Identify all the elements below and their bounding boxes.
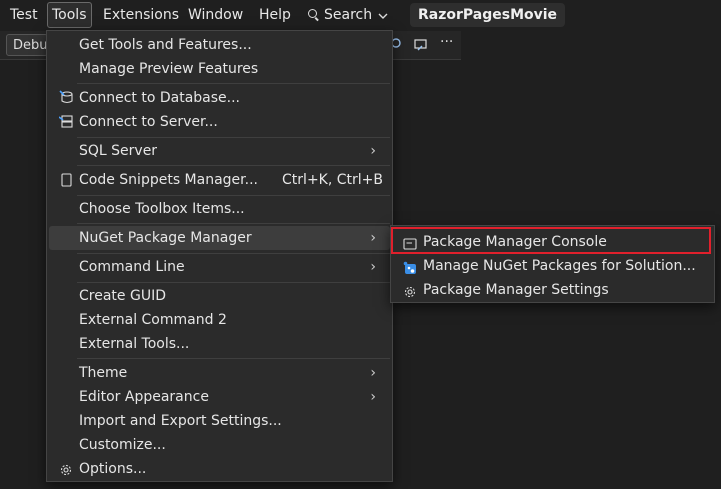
server-connect-icon bbox=[58, 114, 73, 130]
chevron-right-icon: › bbox=[370, 389, 376, 405]
menu-item-shortcut: Ctrl+K, Ctrl+B bbox=[282, 172, 383, 188]
menu-item-sql-server[interactable]: SQL Server › bbox=[49, 139, 390, 163]
menu-item-label: Theme bbox=[79, 365, 128, 381]
submenu-item-label: Manage NuGet Packages for Solution... bbox=[423, 258, 696, 274]
menu-item-editor-appearance[interactable]: Editor Appearance › bbox=[49, 385, 390, 409]
menu-separator bbox=[77, 165, 390, 166]
menu-tools[interactable]: Tools bbox=[47, 2, 92, 28]
menu-help[interactable]: Help bbox=[259, 2, 291, 28]
menu-item-theme[interactable]: Theme › bbox=[49, 361, 390, 385]
menu-window[interactable]: Window bbox=[188, 2, 243, 28]
menu-separator bbox=[77, 282, 390, 283]
menu-separator bbox=[77, 358, 390, 359]
menu-item-connect-database[interactable]: Connect to Database... bbox=[49, 86, 390, 110]
tools-menu: Get Tools and Features... Manage Preview… bbox=[46, 30, 393, 482]
menu-item-label: Get Tools and Features... bbox=[79, 37, 252, 53]
nuget-icon bbox=[403, 259, 417, 274]
menu-item-connect-server[interactable]: Connect to Server... bbox=[49, 110, 390, 134]
menu-bar: Test Tools Extensions Window Help Search… bbox=[0, 0, 721, 30]
menu-item-label: Import and Export Settings... bbox=[79, 413, 282, 429]
menu-item-label: Create GUID bbox=[79, 288, 166, 304]
menu-test[interactable]: Test bbox=[10, 2, 38, 28]
menu-item-import-export[interactable]: Import and Export Settings... bbox=[49, 409, 390, 433]
menu-item-label: NuGet Package Manager bbox=[79, 230, 252, 246]
menu-item-customize[interactable]: Customize... bbox=[49, 433, 390, 457]
menu-separator bbox=[77, 137, 390, 138]
search-menu[interactable]: Search bbox=[308, 2, 388, 28]
search-icon bbox=[308, 9, 319, 20]
gear-icon bbox=[59, 461, 73, 477]
search-label: Search bbox=[324, 7, 373, 23]
chevron-right-icon: › bbox=[370, 230, 376, 246]
menu-item-nuget[interactable]: NuGet Package Manager › bbox=[49, 226, 390, 250]
chevron-right-icon: › bbox=[370, 143, 376, 159]
menu-item-label: Connect to Database... bbox=[79, 90, 240, 106]
menu-item-label: Code Snippets Manager... bbox=[79, 172, 258, 188]
highlight-annotation bbox=[391, 227, 711, 254]
solution-configuration-dropdown[interactable]: Debu bbox=[6, 34, 48, 56]
menu-item-command-line[interactable]: Command Line › bbox=[49, 255, 390, 279]
menu-item-label: External Tools... bbox=[79, 336, 190, 352]
menu-item-choose-toolbox[interactable]: Choose Toolbox Items... bbox=[49, 197, 390, 221]
menu-separator bbox=[77, 195, 390, 196]
project-name-badge: RazorPagesMovie bbox=[410, 3, 566, 27]
menu-item-label: Choose Toolbox Items... bbox=[79, 201, 245, 217]
menu-item-create-guid[interactable]: Create GUID bbox=[49, 284, 390, 308]
menu-separator bbox=[77, 223, 390, 224]
menu-item-code-snippets[interactable]: Code Snippets Manager... Ctrl+K, Ctrl+B bbox=[49, 168, 390, 192]
chevron-right-icon: › bbox=[370, 365, 376, 381]
menu-extensions[interactable]: Extensions bbox=[103, 2, 179, 28]
menu-item-label: Connect to Server... bbox=[79, 114, 218, 130]
gear-icon bbox=[403, 283, 417, 298]
menu-item-external-command-2[interactable]: External Command 2 bbox=[49, 308, 390, 332]
menu-item-label: Customize... bbox=[79, 437, 166, 453]
database-connect-icon bbox=[59, 90, 73, 106]
menu-item-label: SQL Server bbox=[79, 143, 158, 159]
submenu-item-label: Package Manager Settings bbox=[423, 282, 609, 298]
menu-item-external-tools[interactable]: External Tools... bbox=[49, 332, 390, 356]
menu-item-label: Manage Preview Features bbox=[79, 61, 259, 77]
submenu-item-package-manager-settings[interactable]: Package Manager Settings bbox=[393, 278, 712, 302]
menu-item-label: External Command 2 bbox=[79, 312, 227, 328]
menu-item-label: Command Line bbox=[79, 259, 185, 275]
submenu-item-manage-nuget-packages[interactable]: Manage NuGet Packages for Solution... bbox=[393, 254, 712, 278]
code-snippet-icon bbox=[59, 172, 73, 188]
menu-separator bbox=[77, 253, 390, 254]
live-share-icon[interactable] bbox=[413, 37, 429, 53]
menu-item-get-tools[interactable]: Get Tools and Features... bbox=[49, 33, 390, 57]
menu-item-label: Options... bbox=[79, 461, 147, 477]
chevron-down-icon bbox=[378, 2, 388, 28]
more-options-icon[interactable]: ··· bbox=[440, 34, 453, 50]
menu-item-manage-preview[interactable]: Manage Preview Features bbox=[49, 57, 390, 81]
menu-separator bbox=[77, 83, 390, 84]
chevron-right-icon: › bbox=[370, 259, 376, 275]
menu-item-label: Editor Appearance bbox=[79, 389, 209, 405]
menu-item-options[interactable]: Options... bbox=[49, 457, 390, 481]
